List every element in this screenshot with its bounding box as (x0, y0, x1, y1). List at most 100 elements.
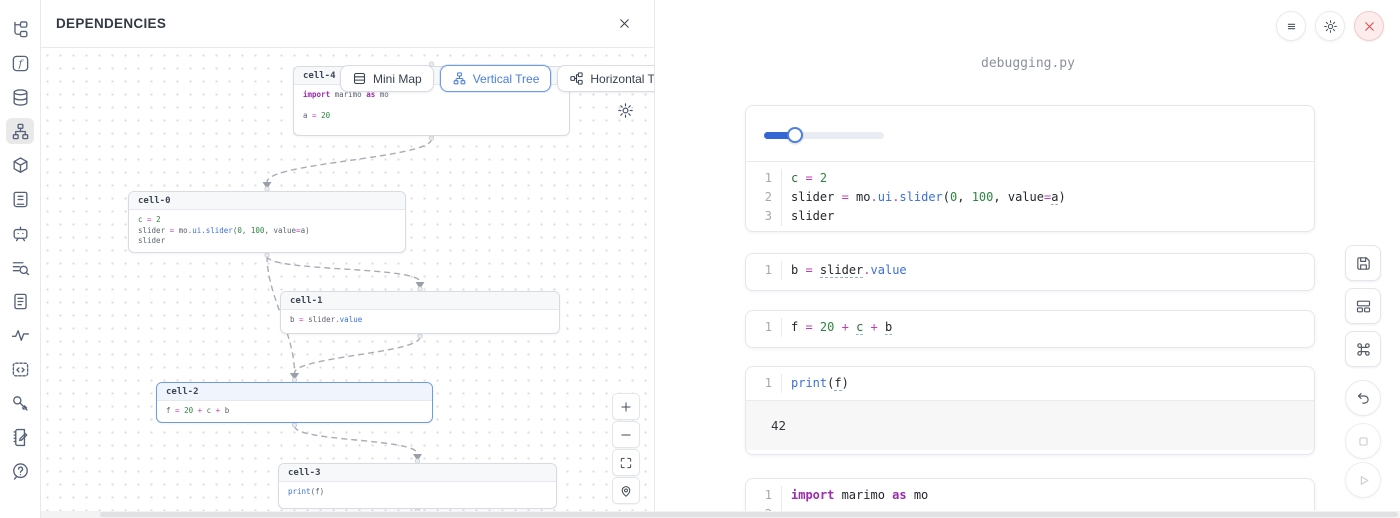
sidebar-item-file-explorer[interactable] (6, 16, 34, 42)
view-mode-mini-map[interactable]: Mini Map (340, 65, 434, 92)
line-number: 1 (746, 486, 772, 505)
key-icon (11, 394, 30, 413)
notebook-cell: 1b = slider.value (745, 253, 1315, 291)
layout-button[interactable] (1345, 288, 1381, 324)
slider-track[interactable] (764, 132, 884, 139)
sidebar-item-scratchpad[interactable] (6, 424, 34, 450)
sidebar-item-help[interactable] (6, 458, 34, 484)
graph-node-title: cell-2 (157, 383, 432, 401)
sidebar-item-data-sources[interactable] (6, 84, 34, 110)
graph-node-title: cell-1 (281, 292, 559, 310)
code-editor[interactable]: 1print(f) (746, 367, 1314, 400)
code-editor[interactable]: 1c = 22slider = mo.ui.slider(0, 100, val… (746, 162, 1314, 232)
sidebar-item-outputs[interactable] (6, 356, 34, 382)
sidebar-item-documentation[interactable] (6, 186, 34, 212)
view-mode-vertical-tree[interactable]: Vertical Tree (440, 65, 552, 92)
graph-node-cell-0[interactable]: cell-0c = 2slider = mo.ui.slider(0, 100,… (128, 191, 406, 253)
dependencies-panel: DEPENDENCIES cell-4import marimo as mo a… (41, 0, 655, 518)
help-icon (11, 462, 30, 481)
run-all-button[interactable] (1345, 462, 1381, 498)
code-editor[interactable]: 1b = slider.value (746, 254, 1314, 287)
sidebar-item-dependencies[interactable] (6, 118, 34, 144)
code-line: 3slider (746, 207, 1314, 226)
code-line: 1f = 20 + c + b (746, 318, 1314, 337)
code-token: b (885, 320, 892, 335)
sidebar-item-secrets[interactable] (6, 390, 34, 416)
code-token: ) (320, 487, 325, 496)
command-icon (1355, 341, 1372, 358)
code-token: value (871, 263, 907, 277)
sidebar-item-chat[interactable] (6, 220, 34, 246)
file-tree-icon (11, 20, 30, 39)
notebook-filename: debugging.py (656, 56, 1400, 71)
code-token: c (791, 171, 805, 185)
view-mode-horizontal-tree[interactable]: Horizontal Tree (557, 65, 654, 92)
code-token: slider (820, 263, 863, 278)
code-token: . (871, 190, 878, 204)
code-line: 1import marimo as mo (746, 486, 1314, 505)
code-token: a (303, 111, 312, 120)
zoom-out-button[interactable] (612, 421, 640, 448)
code-token: b (791, 263, 805, 277)
graph-node-cell-3[interactable]: cell-3print(f) (278, 463, 557, 509)
code-token: import (791, 488, 834, 502)
graph-node-cell-1[interactable]: cell-1b = slider.value (280, 291, 560, 334)
cell-output: 42 (746, 400, 1314, 450)
document-icon (11, 292, 30, 311)
code-token: f (834, 376, 841, 391)
line-number: 1 (746, 169, 772, 188)
graph-node-code: f = 20 + c + b (157, 401, 432, 422)
view-mode-label: Mini Map (373, 72, 422, 86)
sidebar-item-packages[interactable] (6, 152, 34, 178)
code-token: f (791, 320, 805, 334)
notebook-settings-button[interactable] (1315, 11, 1345, 41)
slider-thumb[interactable] (787, 127, 803, 143)
code-token: slider (899, 190, 942, 204)
save-button[interactable] (1345, 245, 1381, 281)
zoom-in-button[interactable] (612, 393, 640, 420)
pin-icon (619, 484, 633, 498)
scrollbar-thumb[interactable] (100, 512, 1398, 517)
notebook-topbar (1276, 11, 1384, 41)
code-token: ) (305, 226, 310, 235)
graph-settings-button[interactable] (617, 102, 634, 119)
undo-button[interactable] (1345, 380, 1381, 416)
view-mode-label: Vertical Tree (473, 72, 540, 86)
notebook-menu-button[interactable] (1276, 11, 1306, 41)
locate-button[interactable] (612, 477, 640, 504)
scroll-icon (11, 190, 30, 209)
graph-node-code: c = 2slider = mo.ui.slider(0, 100, value… (129, 210, 405, 252)
code-token: slider (138, 236, 165, 245)
code-token: ) (1058, 190, 1065, 204)
minus-icon (619, 428, 633, 442)
gear-icon (617, 102, 634, 119)
graph-node-title: cell-0 (129, 192, 405, 210)
close-panel-button[interactable] (613, 13, 635, 35)
sidebar-item-variables[interactable]: f (6, 50, 34, 76)
sidebar-item-logs[interactable] (6, 254, 34, 280)
code-token (849, 320, 856, 334)
code-token: slider (791, 209, 834, 223)
code-token: ui (192, 226, 201, 235)
shutdown-button[interactable] (1354, 11, 1384, 41)
code-token: mo (174, 226, 188, 235)
commands-button[interactable] (1345, 331, 1381, 367)
code-editor[interactable]: 1f = 20 + c + b (746, 311, 1314, 344)
code-token (813, 320, 820, 334)
stop-button[interactable] (1345, 423, 1381, 459)
code-token (863, 320, 870, 334)
code-token (878, 320, 885, 334)
dependency-graph-canvas[interactable]: cell-4import marimo as mo a = 20cell-0c … (41, 49, 654, 518)
code-token: + (842, 320, 849, 334)
code-token: = (842, 190, 849, 204)
code-token: ( (943, 190, 950, 204)
graph-node-code: b = slider.value (281, 310, 559, 331)
horizontal-scrollbar[interactable] (41, 511, 1400, 518)
graph-node-title: cell-3 (279, 464, 556, 482)
code-token (834, 320, 841, 334)
code-token: = (805, 263, 812, 277)
sidebar-item-snippets[interactable] (6, 288, 34, 314)
sidebar-item-tracing[interactable] (6, 322, 34, 348)
graph-node-cell-2[interactable]: cell-2f = 20 + c + b (156, 382, 433, 423)
fit-view-button[interactable] (612, 449, 640, 476)
